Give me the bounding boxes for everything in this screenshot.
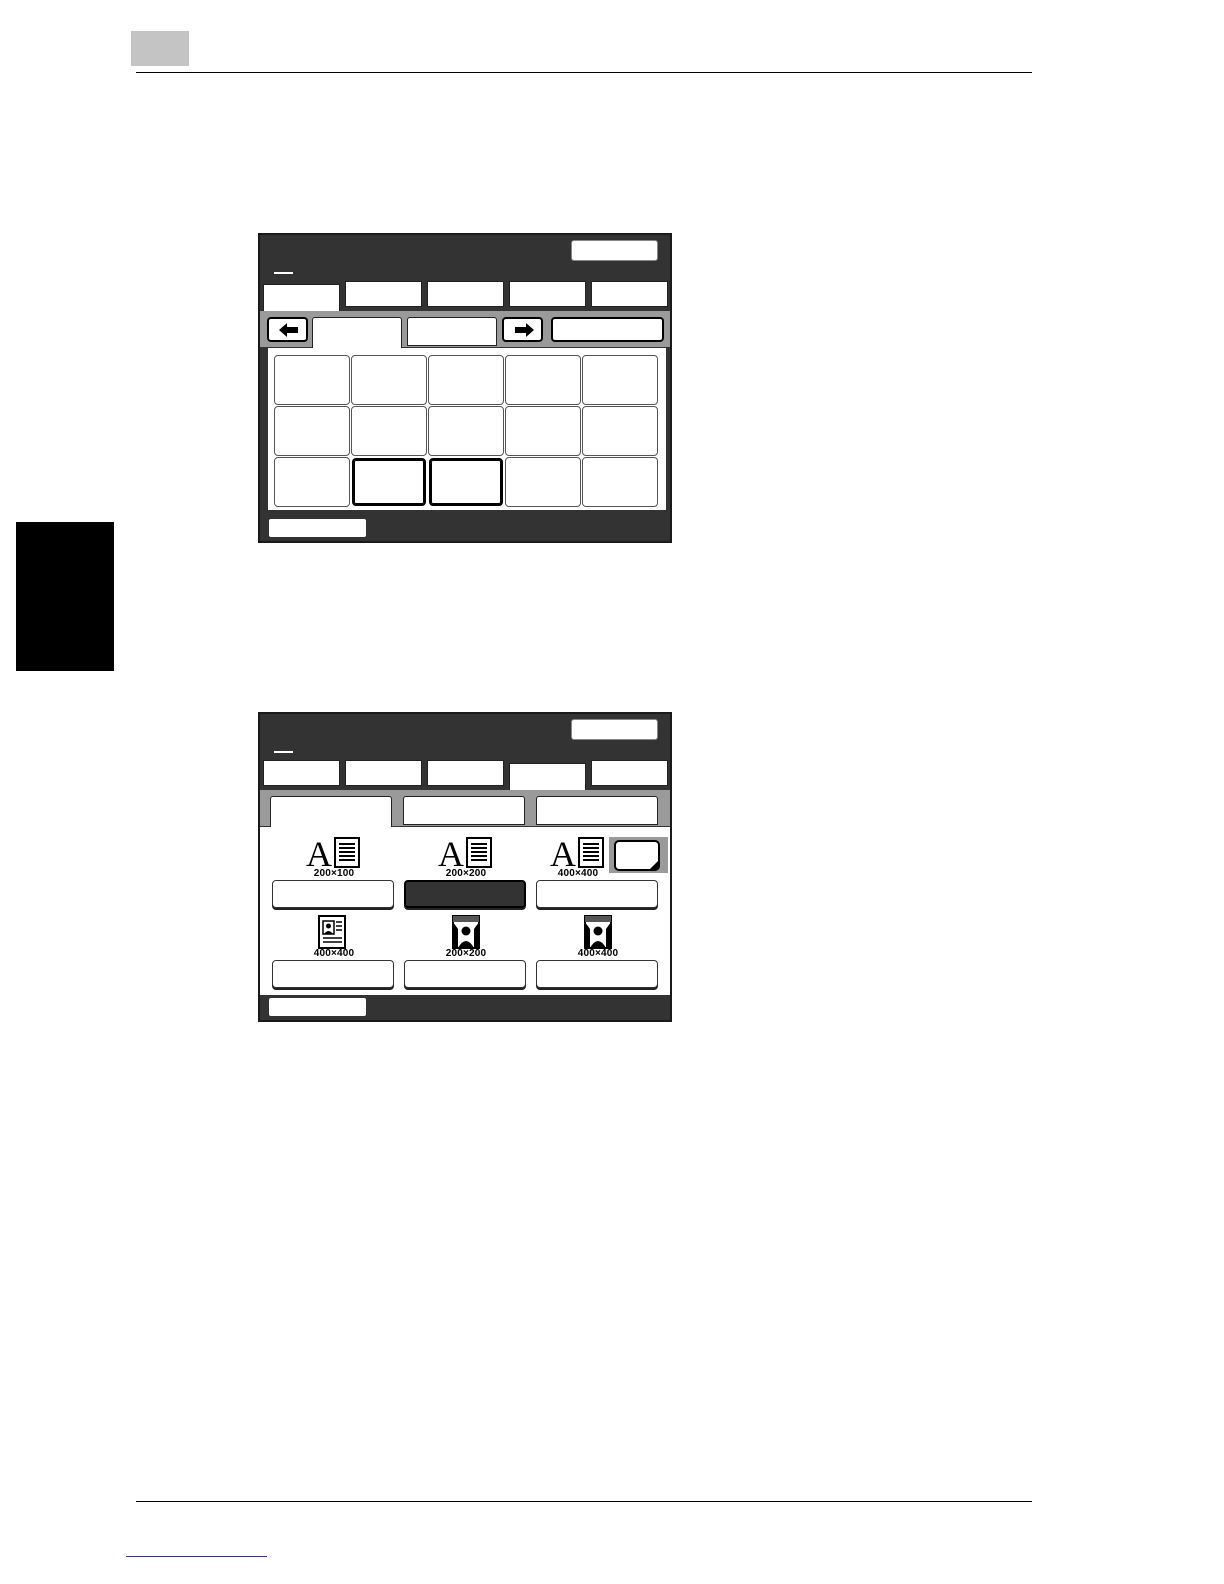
title-underline <box>274 751 293 753</box>
grid-cell[interactable] <box>582 457 658 507</box>
control-panel-screen-1 <box>258 233 672 543</box>
tab-2[interactable] <box>345 760 422 786</box>
grid-cell[interactable] <box>351 355 427 405</box>
resolution-button[interactable] <box>272 960 394 988</box>
sub-tab-1[interactable] <box>312 317 402 348</box>
header-rule <box>136 72 1032 73</box>
detail-button[interactable] <box>614 840 660 871</box>
control-panel-screen-2: A A A 200×100 200×200 400×400 400×400 20… <box>258 712 672 1022</box>
resolution-button-selected[interactable] <box>404 880 526 908</box>
tab-5[interactable] <box>591 760 668 786</box>
footer-rule <box>136 1501 1032 1502</box>
text-document-icon: A <box>438 835 492 869</box>
grid-cell[interactable] <box>505 457 581 507</box>
grid-cell[interactable] <box>274 355 350 405</box>
tab-2[interactable] <box>345 281 422 307</box>
sub-tab-2[interactable] <box>407 317 497 346</box>
sub-tab-3[interactable] <box>536 796 658 825</box>
grid-cell[interactable] <box>582 355 658 405</box>
tab-1[interactable] <box>263 284 340 311</box>
portrait-icon <box>452 915 480 949</box>
top-right-button[interactable] <box>571 719 658 740</box>
chapter-side-tab <box>16 522 114 671</box>
sub-band-right-button[interactable] <box>551 317 664 342</box>
svg-text:A: A <box>438 835 464 869</box>
resolution-label: 200×200 <box>445 868 487 879</box>
svg-text:A: A <box>550 835 576 869</box>
grid-cell[interactable] <box>274 457 350 507</box>
grid-cell[interactable] <box>428 406 504 456</box>
arrow-right-icon <box>515 323 534 337</box>
sub-tab-1[interactable] <box>270 796 392 827</box>
tab-1[interactable] <box>263 760 340 786</box>
grid-cell[interactable] <box>274 406 350 456</box>
tab-3[interactable] <box>427 760 504 786</box>
grid-cell-selected[interactable] <box>429 458 503 506</box>
status-box <box>269 519 366 537</box>
tab-3[interactable] <box>427 281 504 307</box>
arrow-left-button[interactable] <box>267 317 308 342</box>
grid-cell[interactable] <box>505 355 581 405</box>
photo-document-icon <box>318 915 346 949</box>
tab-4[interactable] <box>509 281 586 307</box>
arrow-left-icon <box>279 323 298 337</box>
text-document-icon: A <box>306 835 360 869</box>
resolution-button[interactable] <box>404 960 526 988</box>
one-touch-grid-area <box>268 348 666 510</box>
resolution-button[interactable] <box>272 880 394 908</box>
grid-cell[interactable] <box>428 355 504 405</box>
page-number-box <box>131 31 189 66</box>
grid-cell[interactable] <box>351 406 427 456</box>
text-document-icon: A <box>550 835 604 869</box>
corner-mark-icon <box>650 861 658 869</box>
title-underline <box>274 272 293 274</box>
svg-text:A: A <box>306 835 332 869</box>
tab-4[interactable] <box>509 763 586 790</box>
resolution-button[interactable] <box>536 880 658 908</box>
resolution-label: 200×200 <box>445 948 487 959</box>
sub-tab-2[interactable] <box>403 796 525 825</box>
status-box <box>269 998 366 1016</box>
resolution-label: 400×400 <box>557 868 599 879</box>
resolution-area: A A A 200×100 200×200 400×400 400×400 20… <box>260 827 670 995</box>
grid-cell[interactable] <box>505 406 581 456</box>
resolution-button[interactable] <box>536 960 658 988</box>
arrow-right-button[interactable] <box>502 317 543 342</box>
tab-5[interactable] <box>591 281 668 307</box>
resolution-label: 400×400 <box>313 948 355 959</box>
footer-link-underline <box>126 1556 267 1557</box>
resolution-label: 400×400 <box>577 948 619 959</box>
grid-cell[interactable] <box>582 406 658 456</box>
top-right-button[interactable] <box>571 240 658 261</box>
grid-cell-selected[interactable] <box>352 458 426 506</box>
resolution-label: 200×100 <box>313 868 355 879</box>
portrait-icon <box>584 915 612 949</box>
